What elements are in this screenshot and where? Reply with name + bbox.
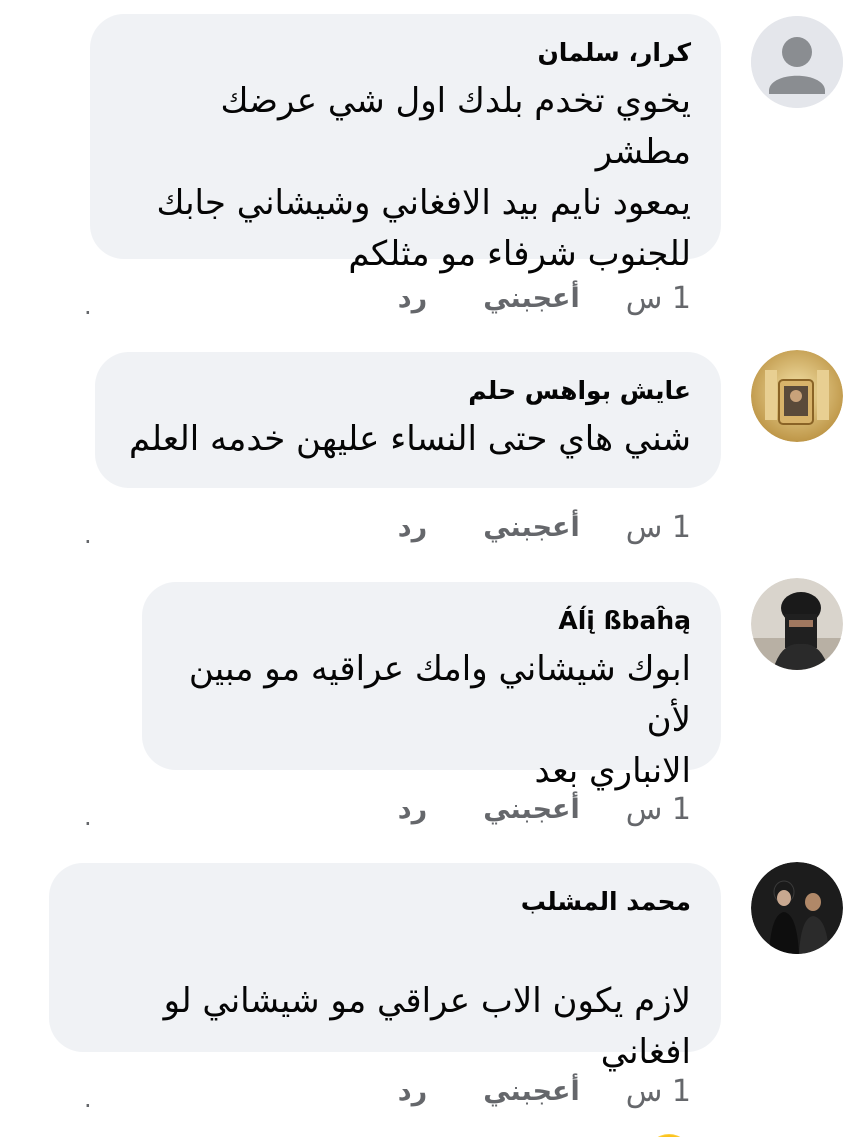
like-button[interactable]: أعجبني bbox=[483, 512, 580, 543]
comment-bubble: عايش بواهس حلم شني هاي حتى النساء عليهن … bbox=[95, 352, 721, 488]
comment-text: يخوي تخدم بلدك اول شي عرضك مطشر يمعود نا… bbox=[156, 81, 691, 274]
comment-time[interactable]: 1 س bbox=[626, 510, 691, 545]
like-button[interactable]: أعجبني bbox=[483, 1076, 580, 1107]
avatar[interactable] bbox=[751, 862, 843, 954]
comment-text-body: لازم يكون الاب عراقي مو شيشاني لو افغاني bbox=[163, 981, 691, 1072]
comment-actions: 1 س أعجبني رد bbox=[398, 1074, 691, 1109]
comment-time[interactable]: 1 س bbox=[626, 281, 691, 316]
separator-dot: . bbox=[84, 521, 92, 549]
comment-bubble: Áĺį ßbaĥą ابوك شيشاني وامك عراقيه مو مبي… bbox=[142, 582, 721, 791]
avatar[interactable] bbox=[751, 578, 843, 670]
comment-author[interactable]: كرار، سلمان bbox=[118, 36, 691, 70]
comment-author[interactable]: محمد المشلب bbox=[77, 885, 691, 919]
reply-button[interactable]: رد bbox=[398, 283, 427, 314]
comment-time[interactable]: 1 س bbox=[626, 1074, 691, 1109]
like-button[interactable]: أعجبني bbox=[483, 794, 580, 825]
comment-actions: 1 س أعجبني رد bbox=[398, 510, 691, 545]
reply-button[interactable]: رد bbox=[398, 512, 427, 543]
comment-author[interactable]: عايش بواهس حلم bbox=[123, 374, 691, 408]
reply-button[interactable]: رد bbox=[398, 1076, 427, 1107]
comment-thread: كرار، سلمان يخوي تخدم بلدك اول شي عرضك م… bbox=[0, 0, 861, 1137]
masked-person-photo-icon bbox=[751, 578, 843, 670]
reply-button[interactable]: رد bbox=[398, 794, 427, 825]
comment-actions: 1 س أعجبني رد bbox=[398, 281, 691, 316]
shrine-photo-icon bbox=[751, 350, 843, 442]
separator-dot: . bbox=[84, 1085, 92, 1113]
winking-face-with-tongue-icon bbox=[647, 1133, 691, 1137]
comment-text: شني هاي حتى النساء عليهن خدمه العلم bbox=[129, 419, 691, 459]
comment-bubble: محمد المشلب لازم يكون الاب عراقي مو شيشا… bbox=[49, 863, 721, 1137]
comment-bubble: كرار، سلمان يخوي تخدم بلدك اول شي عرضك م… bbox=[90, 14, 721, 274]
comment-time[interactable]: 1 س bbox=[626, 792, 691, 827]
like-button[interactable]: أعجبني bbox=[483, 283, 580, 314]
separator-dot: . bbox=[84, 803, 92, 831]
two-men-photo-icon bbox=[751, 862, 843, 954]
avatar[interactable] bbox=[751, 350, 843, 442]
default-avatar-icon bbox=[751, 16, 843, 108]
comment-author[interactable]: Áĺį ßbaĥą bbox=[170, 604, 691, 638]
separator-dot: . bbox=[84, 292, 92, 320]
avatar[interactable] bbox=[751, 16, 843, 108]
comment-text: ابوك شيشاني وامك عراقيه مو مبين لأن الان… bbox=[188, 649, 691, 791]
comment-actions: 1 س أعجبني رد bbox=[398, 792, 691, 827]
